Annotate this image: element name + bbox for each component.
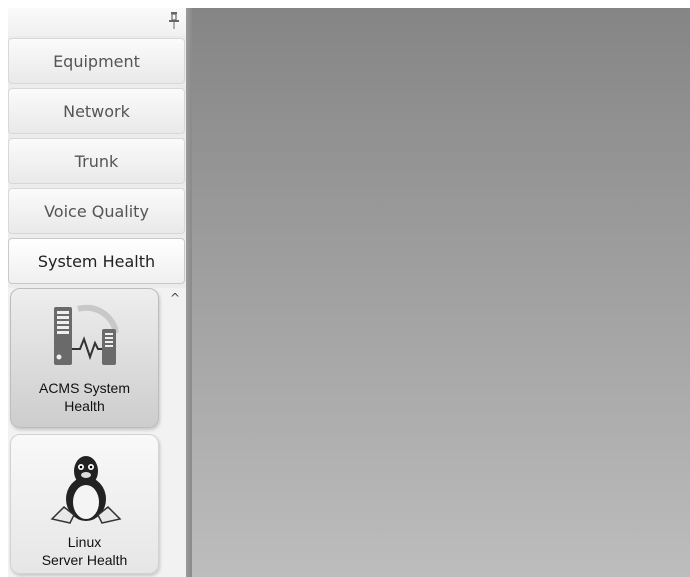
- splitter-handle[interactable]: [186, 8, 192, 577]
- nav-item-voice-quality[interactable]: Voice Quality: [8, 188, 185, 234]
- acms-system-health-tile[interactable]: ACMS System Health: [10, 288, 159, 428]
- linux-server-health-tile[interactable]: Linux Server Health: [10, 434, 159, 574]
- nav-item-equipment[interactable]: Equipment: [8, 38, 185, 84]
- sidebar: Equipment Network Trunk Voice Quality Sy…: [8, 8, 186, 577]
- tile-label-line2: Server Health: [41, 552, 128, 568]
- nav-item-trunk[interactable]: Trunk: [8, 138, 185, 184]
- tile-label-line1: Linux: [67, 534, 102, 550]
- tile-label-line1: ACMS System: [38, 380, 130, 396]
- tile-label-line2: Health: [64, 398, 105, 414]
- pin-icon[interactable]: [168, 11, 180, 31]
- server-health-icon: [54, 304, 119, 365]
- nav-item-system-health[interactable]: System Health: [8, 238, 185, 284]
- main-content-area: [186, 8, 690, 577]
- nav-item-network[interactable]: Network: [8, 88, 185, 134]
- system-health-panel: ^ ACMS System Health Linux Server Health: [8, 288, 186, 577]
- sidebar-header: [8, 8, 186, 36]
- chevron-up-icon[interactable]: ^: [168, 291, 182, 305]
- linux-penguin-icon: [50, 456, 122, 524]
